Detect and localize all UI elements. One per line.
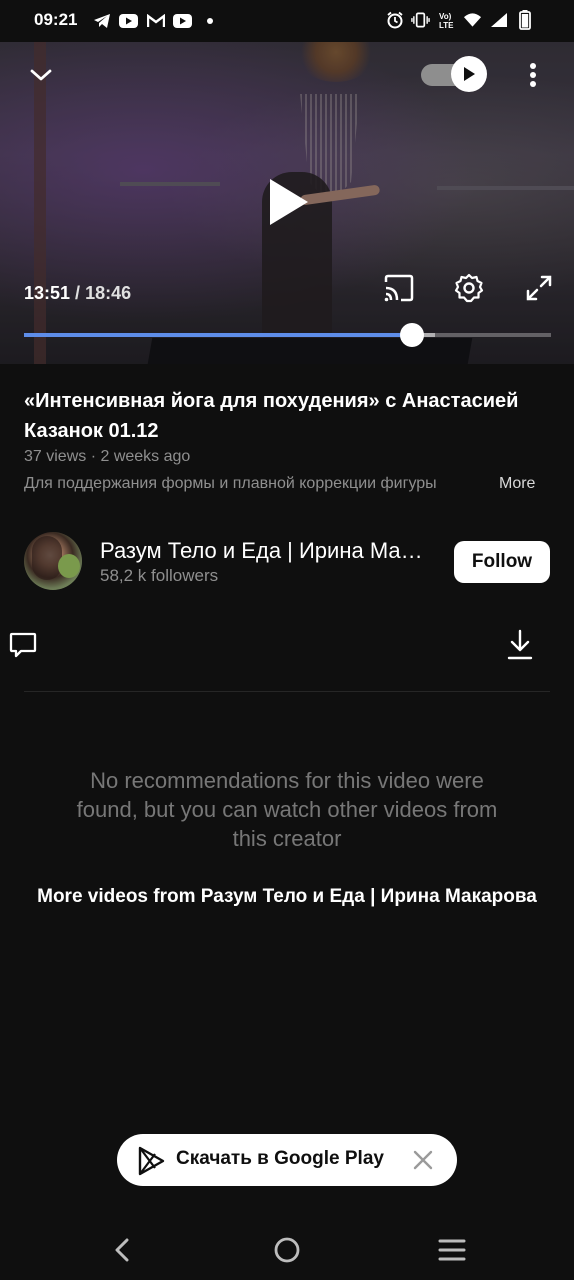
download-icon: [507, 629, 533, 660]
svg-text:Vo): Vo): [439, 12, 452, 21]
cast-icon: [384, 274, 414, 302]
google-play-banner[interactable]: Скачать в Google Play: [117, 1134, 457, 1186]
avatar[interactable]: [24, 532, 82, 590]
home-icon: [274, 1237, 300, 1263]
description-more-link[interactable]: More: [499, 475, 535, 493]
current-time: 13:51: [24, 283, 71, 303]
wifi-icon: [463, 11, 482, 29]
youtube-icon: [173, 12, 192, 30]
vibrate-icon: [411, 11, 430, 29]
volte-icon: Vo) LTE: [437, 11, 456, 29]
dot-icon: [200, 12, 219, 30]
close-icon[interactable]: [411, 1148, 435, 1172]
time-display: 13:51 / 18:46: [24, 283, 131, 304]
download-button[interactable]: [505, 628, 537, 664]
no-recommendations-message: No recommendations for this video were f…: [76, 768, 498, 851]
fullscreen-button[interactable]: [521, 270, 557, 306]
time-separator: /: [70, 283, 86, 303]
channel-followers: 58,2 k followers: [100, 566, 219, 585]
nav-home-button[interactable]: [272, 1234, 302, 1266]
navigation-bar: [0, 1220, 574, 1280]
video-description[interactable]: Для поддержания формы и плавной коррекци…: [24, 475, 494, 493]
video-player[interactable]: 13:51 / 18:46: [0, 42, 574, 364]
play-icon: [270, 179, 308, 225]
chevron-down-icon: [30, 69, 52, 81]
fullscreen-icon: [526, 275, 552, 301]
gear-icon: [454, 273, 484, 303]
menu-icon: [438, 1239, 466, 1261]
autoplay-toggle[interactable]: [421, 56, 487, 92]
play-button[interactable]: [258, 172, 318, 232]
status-time: 09:21: [34, 10, 78, 29]
google-play-icon: [138, 1146, 165, 1176]
settings-button[interactable]: [451, 270, 487, 306]
seek-bar[interactable]: [24, 323, 551, 347]
collapse-button[interactable]: [24, 58, 58, 92]
duration: 18:46: [85, 283, 132, 303]
video-title: «Интенсивная йога для похудения» с Анаст…: [24, 390, 519, 442]
channel-name[interactable]: Разум Тело и Еда | Ирина Макарова: [100, 538, 430, 564]
signal-icon: [489, 11, 508, 29]
status-bar: 09:21 Vo) LTE: [0, 0, 574, 42]
notification-icons: [92, 12, 219, 30]
nav-back-button[interactable]: [107, 1234, 137, 1266]
divider: [24, 691, 550, 692]
channel-row[interactable]: Разум Тело и Еда | Ирина Макарова 58,2 k…: [0, 530, 574, 594]
more-videos-link[interactable]: More videos from Разум Тело и Еда | Ирин…: [0, 886, 574, 908]
battery-icon: [515, 10, 534, 30]
play-icon: [464, 67, 475, 81]
video-meta: 37 views · 2 weeks ago: [24, 448, 191, 465]
gmail-icon: [146, 12, 165, 30]
google-play-label[interactable]: Скачать в Google Play: [176, 1148, 384, 1170]
more-vert-icon: [530, 63, 536, 87]
progress-fill: [24, 333, 413, 337]
comment-icon: [9, 632, 37, 658]
alarm-icon: [385, 11, 404, 29]
svg-text:LTE: LTE: [439, 21, 454, 29]
nav-recents-button[interactable]: [437, 1234, 467, 1266]
comments-button[interactable]: [8, 630, 40, 662]
follow-button[interactable]: Follow: [454, 541, 550, 583]
back-icon: [115, 1238, 129, 1262]
more-options-button[interactable]: [518, 58, 548, 92]
cast-button[interactable]: [381, 270, 417, 306]
telegram-icon: [92, 12, 111, 30]
youtube-icon: [119, 12, 138, 30]
system-icons: Vo) LTE: [385, 10, 534, 30]
